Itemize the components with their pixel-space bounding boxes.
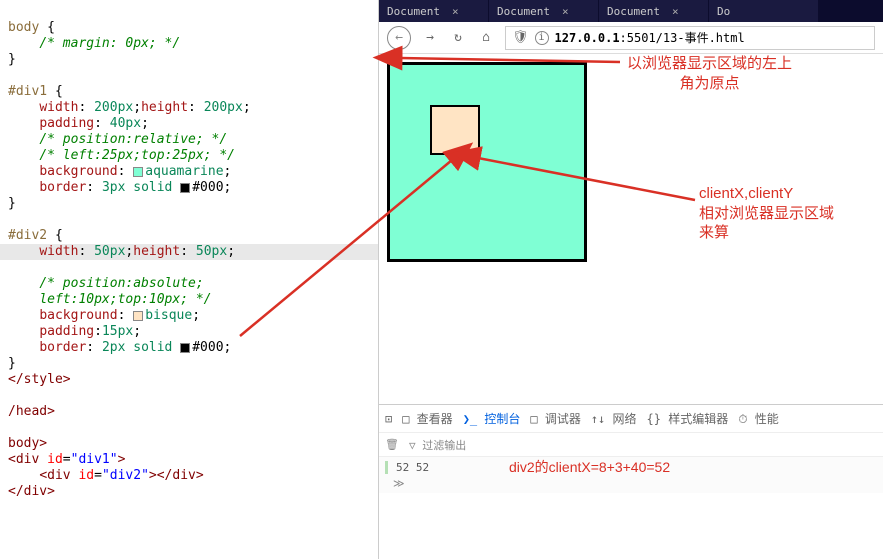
tab-3[interactable]: Do — [709, 0, 819, 22]
browser-pane: Document× Document× Document× Do ← → ↻ ⌂… — [378, 0, 883, 559]
dt-tab-style[interactable]: {} 样式编辑器 — [647, 410, 729, 427]
browser-tabs: Document× Document× Document× Do — [379, 0, 883, 22]
dt-tab-net[interactable]: ↑↓ 网络 — [591, 410, 637, 427]
dt-tab-console[interactable]: ❯_ 控制台 — [463, 410, 521, 427]
shield-icon: 🛡 — [512, 30, 529, 45]
dt-tab-debug[interactable]: □ 调试器 — [530, 410, 580, 427]
close-icon[interactable]: × — [672, 5, 679, 18]
trash-icon[interactable]: 🗑 — [385, 438, 399, 451]
code-body: body { /* margin: 0px; */ } #div1 { widt… — [0, 4, 378, 500]
tab-1[interactable]: Document× — [489, 0, 599, 22]
annotation-clientxy: clientX,clientY 相对浏览器显示区域 来算 — [699, 184, 834, 243]
tab-0[interactable]: Document× — [379, 0, 489, 22]
console-output: 52 52 ≫ div2的clientX=8+3+40=52 — [379, 457, 883, 493]
dt-tab-inspect[interactable]: □ 查看器 — [402, 410, 452, 427]
div1-box[interactable] — [387, 62, 587, 262]
back-icon[interactable]: ← — [387, 26, 411, 50]
tab-2[interactable]: Document× — [599, 0, 709, 22]
home-icon[interactable]: ⌂ — [477, 29, 495, 47]
div2-box[interactable] — [430, 105, 480, 155]
close-icon[interactable]: × — [562, 5, 569, 18]
info-icon[interactable]: i — [535, 31, 549, 45]
viewport: 以浏览器显示区域的左上 角为原点 clientX,clientY 相对浏览器显示… — [379, 54, 883, 404]
dt-tab-perf[interactable]: ⏱ 性能 — [738, 410, 779, 427]
filter-input[interactable]: ▽ 过滤输出 — [409, 437, 466, 453]
annotation-origin: 以浏览器显示区域的左上 角为原点 — [627, 54, 792, 93]
code-editor[interactable]: body { /* margin: 0px; */ } #div1 { widt… — [0, 0, 378, 559]
browser-nav: ← → ↻ ⌂ 🛡 i 127.0.0.1:5501/13-事件.html — [379, 22, 883, 54]
close-icon[interactable]: × — [452, 5, 459, 18]
devtools: ⊡ □ 查看器 ❯_ 控制台 □ 调试器 ↑↓ 网络 {} 样式编辑器 ⏱ 性能… — [379, 404, 883, 559]
annotation-clientx-calc: div2的clientX=8+3+40=52 — [509, 457, 670, 477]
url-host: 127.0.0.1:5501/13-事件.html — [555, 29, 745, 46]
reload-icon[interactable]: ↻ — [449, 29, 467, 47]
devtools-toggle-icon[interactable]: ⊡ — [385, 412, 392, 426]
url-bar[interactable]: 🛡 i 127.0.0.1:5501/13-事件.html — [505, 26, 875, 50]
forward-icon[interactable]: → — [421, 29, 439, 47]
